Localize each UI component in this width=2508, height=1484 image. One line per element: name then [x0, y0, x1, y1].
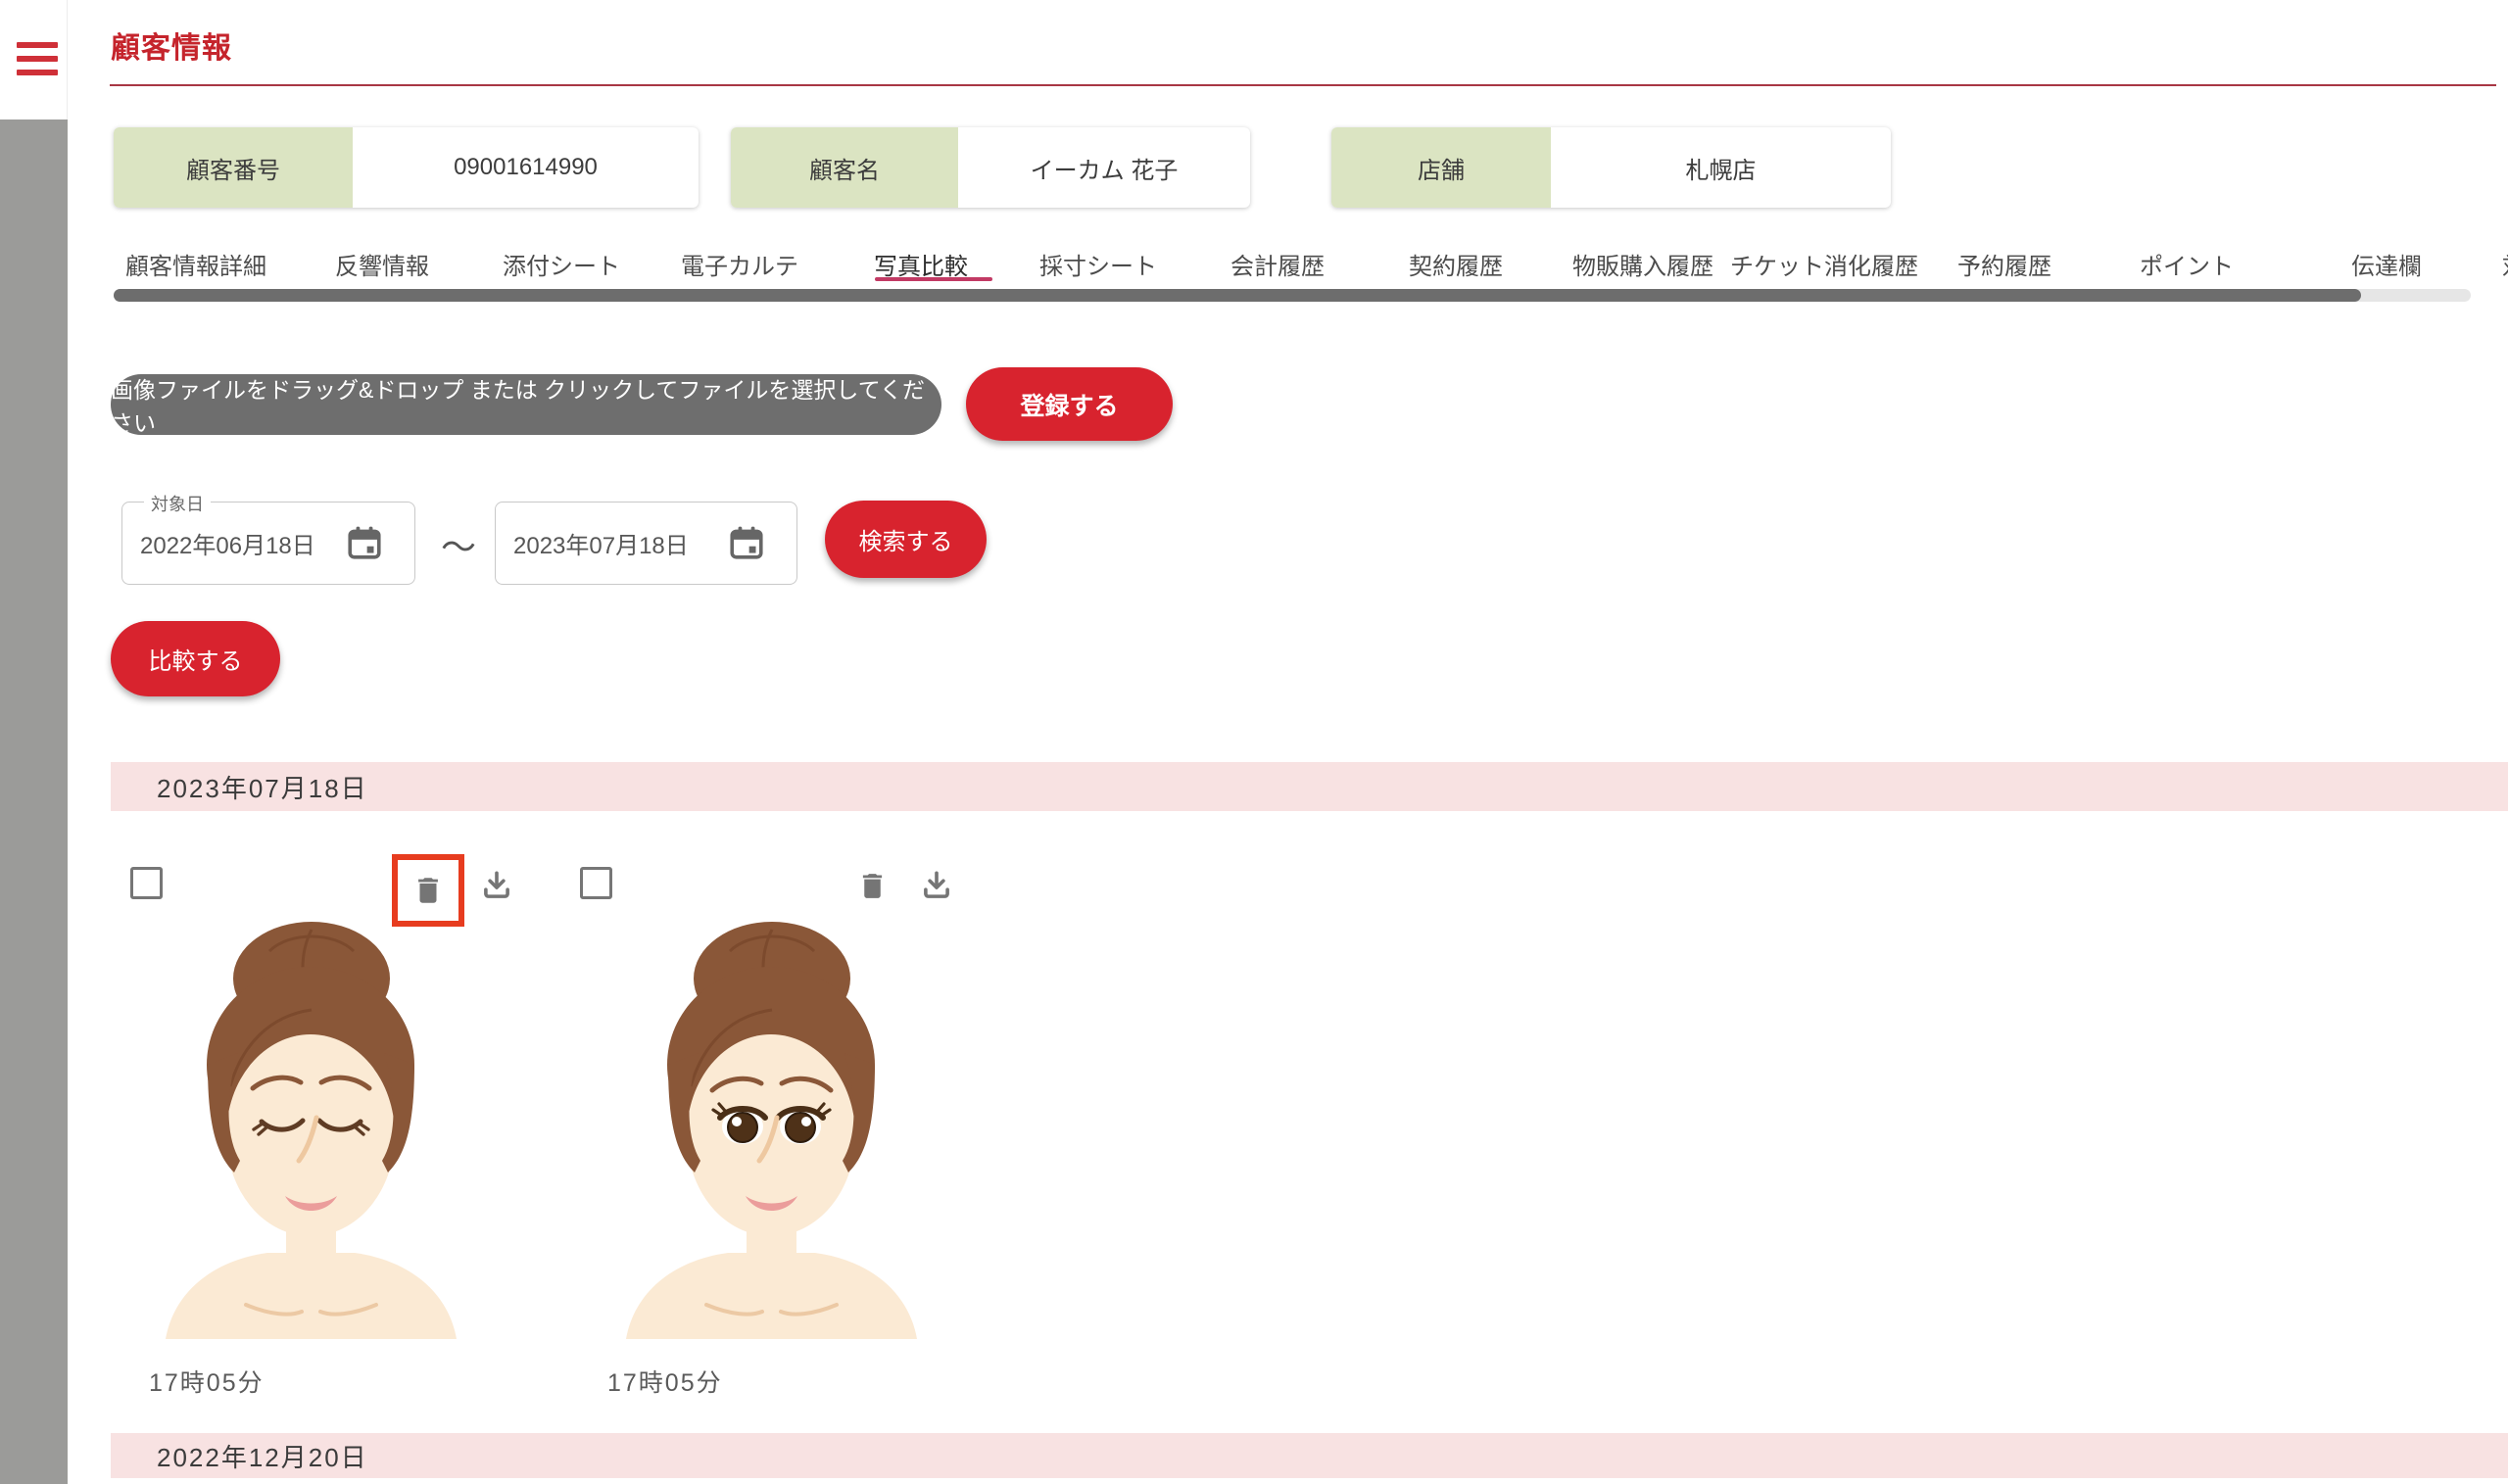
dropzone-label: 画像ファイルをドラッグ&ドロップ または クリックしてファイルを選択してください [111, 371, 941, 438]
customer-name-value: イーカム 花子 [958, 127, 1250, 208]
customer-info-page: 顧客情報 顧客番号 09001614990 顧客名 イーカム 花子 店舗 札幌店… [0, 0, 2508, 1484]
download-icon[interactable] [479, 868, 514, 903]
register-button[interactable]: 登録する [966, 367, 1173, 441]
calendar-icon[interactable] [728, 524, 765, 561]
photo-checkbox[interactable] [130, 867, 163, 899]
section-date: 2023年07月18日 [157, 769, 368, 805]
tab-reservation-history[interactable]: 予約履歴 [1957, 247, 2051, 281]
page-title: 顧客情報 [111, 24, 232, 67]
date-to-input[interactable]: 2023年07月18日 [495, 502, 797, 585]
delete-icon[interactable] [856, 870, 889, 902]
download-icon[interactable] [919, 868, 954, 903]
tabs-scrollbar-thumb[interactable] [114, 289, 2361, 302]
compare-button[interactable]: 比較する [111, 621, 280, 696]
customer-photo-closed-eyes[interactable] [152, 916, 470, 1339]
tab-partial-clipped[interactable]: 対 [2502, 247, 2508, 281]
tab-measurement-sheet[interactable]: 採寸シート [1039, 247, 1157, 281]
field-group-customer-name: 顧客名 イーカム 花子 [731, 127, 1250, 208]
title-divider [110, 84, 2496, 86]
search-button[interactable]: 検索する [825, 501, 987, 578]
menu-bar [17, 42, 58, 48]
section-date: 2022年12月20日 [157, 1438, 368, 1474]
tab-photo-comparison[interactable]: 写真比較 [874, 247, 968, 281]
tab-message-column[interactable]: 伝達欄 [2351, 247, 2422, 281]
store-value: 札幌店 [1551, 127, 1891, 208]
customer-name-label: 顧客名 [731, 127, 958, 208]
tab-points[interactable]: ポイント [2140, 247, 2234, 281]
menu-bar [17, 70, 58, 75]
store-label: 店舗 [1331, 127, 1551, 208]
trash-icon [411, 874, 445, 907]
photo-checkbox[interactable] [580, 867, 612, 899]
tab-customer-detail[interactable]: 顧客情報詳細 [125, 247, 266, 281]
calendar-icon[interactable] [346, 524, 383, 561]
tab-contract-history[interactable]: 契約履歴 [1409, 247, 1503, 281]
hamburger-menu-icon[interactable] [17, 42, 58, 75]
customer-number-value: 09001614990 [353, 127, 699, 208]
date-section-header: 2022年12月20日 [111, 1433, 2508, 1478]
tab-attachment-sheet[interactable]: 添付シート [503, 247, 620, 281]
date-section-header: 2023年07月18日 [111, 762, 2508, 811]
tab-response-info[interactable]: 反響情報 [335, 247, 429, 281]
tab-accounting-history[interactable]: 会計履歴 [1230, 247, 1325, 281]
sidebar-gray-panel [0, 120, 68, 1484]
date-from-input[interactable]: 対象日 2022年06月18日 [121, 502, 415, 585]
photo-timestamp: 17時05分 [149, 1364, 265, 1399]
menu-bar [17, 56, 58, 62]
customer-photo-open-eyes[interactable] [612, 916, 931, 1339]
field-group-store: 店舗 札幌店 [1331, 127, 1891, 208]
image-dropzone[interactable]: 画像ファイルをドラッグ&ドロップ または クリックしてファイルを選択してください [111, 374, 941, 435]
field-group-customer-number: 顧客番号 09001614990 [114, 127, 699, 208]
tab-ticket-usage-history[interactable]: チケット消化履歴 [1730, 247, 1918, 281]
customer-number-label: 顧客番号 [114, 127, 353, 208]
date-to-value: 2023年07月18日 [513, 503, 689, 584]
date-range-separator: 〜 [441, 519, 476, 570]
active-tab-indicator [875, 277, 992, 281]
tab-goods-purchase-history[interactable]: 物販購入履歴 [1572, 247, 1713, 281]
photo-timestamp: 17時05分 [607, 1364, 723, 1399]
tab-electronic-chart[interactable]: 電子カルテ [681, 247, 798, 281]
date-from-value: 2022年06月18日 [140, 503, 315, 584]
